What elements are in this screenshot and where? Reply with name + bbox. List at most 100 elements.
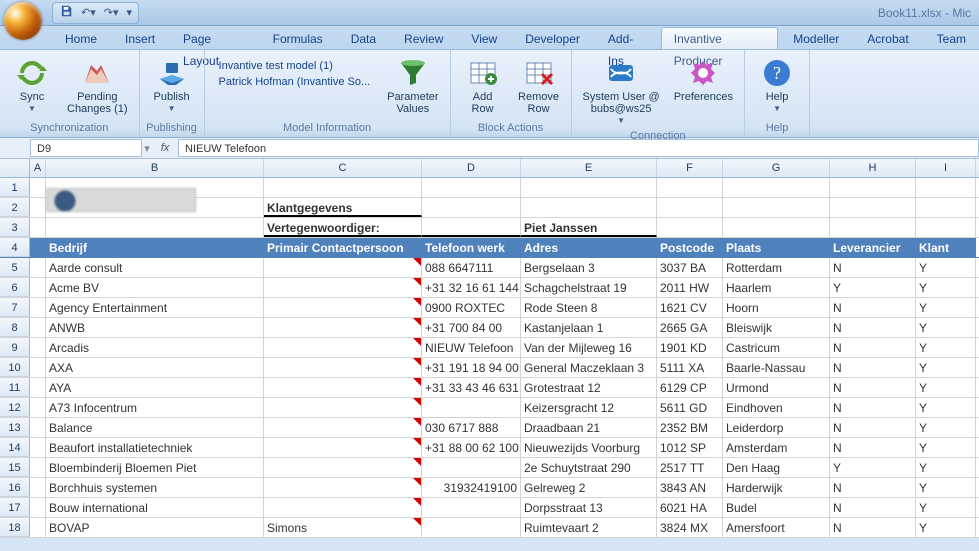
cell[interactable] xyxy=(723,178,830,197)
cell[interactable] xyxy=(264,258,422,277)
pending-changes-button[interactable]: Pending Changes (1) xyxy=(62,54,133,118)
cell[interactable]: N xyxy=(830,318,916,337)
cell[interactable]: Y xyxy=(916,378,976,397)
cell[interactable]: Gelreweg 2 xyxy=(521,478,657,497)
column-title[interactable]: Telefoon werk xyxy=(422,238,521,257)
row-header[interactable]: 4 xyxy=(0,238,30,257)
row-header[interactable]: 7 xyxy=(0,298,30,317)
cell[interactable]: Amersfoort xyxy=(723,518,830,537)
cell[interactable] xyxy=(830,178,916,197)
office-button[interactable] xyxy=(4,2,42,40)
cell[interactable]: +31 191 18 94 00 xyxy=(422,358,521,377)
ribbon-tab-page-layout[interactable]: Page Layout xyxy=(170,27,258,49)
row-header[interactable]: 1 xyxy=(0,178,30,197)
cell[interactable]: Harderwijk xyxy=(723,478,830,497)
row-header[interactable]: 9 xyxy=(0,338,30,357)
cell[interactable]: 31932419100 xyxy=(422,478,521,497)
cell[interactable]: 0900 ROXTEC xyxy=(422,298,521,317)
cell[interactable]: Vertegenwoordiger: xyxy=(264,218,422,237)
cell[interactable]: N xyxy=(830,418,916,437)
undo-icon[interactable]: ↶▾ xyxy=(81,6,96,19)
cell[interactable]: 2352 BM xyxy=(657,418,723,437)
cell[interactable]: Arcadis xyxy=(46,338,264,357)
cell[interactable]: A73 Infocentrum xyxy=(46,398,264,417)
cell[interactable]: N xyxy=(830,478,916,497)
column-title[interactable]: Plaats xyxy=(723,238,830,257)
cell[interactable]: Eindhoven xyxy=(723,398,830,417)
row-header[interactable]: 6 xyxy=(0,278,30,297)
column-title[interactable]: Primair Contactpersoon xyxy=(264,238,422,257)
ribbon-tab-add-ins[interactable]: Add-Ins xyxy=(595,27,659,49)
add-row-button[interactable]: Add Row xyxy=(457,54,509,118)
cell[interactable]: 030 6717 888 xyxy=(422,418,521,437)
cell[interactable] xyxy=(30,318,46,337)
cell[interactable]: Y xyxy=(916,398,976,417)
cell[interactable] xyxy=(30,238,46,257)
row-header[interactable]: 2 xyxy=(0,198,30,217)
cell[interactable]: 1901 KD xyxy=(657,338,723,357)
cell[interactable] xyxy=(521,198,657,217)
column-header[interactable]: F xyxy=(657,159,723,177)
cell[interactable] xyxy=(30,278,46,297)
cell[interactable]: N xyxy=(830,378,916,397)
cell[interactable] xyxy=(30,178,46,197)
cell[interactable] xyxy=(916,198,976,217)
cell[interactable] xyxy=(264,318,422,337)
cell[interactable] xyxy=(264,438,422,457)
cell[interactable]: Dorpsstraat 13 xyxy=(521,498,657,517)
formula-input[interactable]: NIEUW Telefoon xyxy=(178,139,979,157)
cell[interactable]: Amsterdam xyxy=(723,438,830,457)
cell[interactable] xyxy=(30,498,46,517)
cell[interactable] xyxy=(264,398,422,417)
cell[interactable] xyxy=(916,178,976,197)
cell[interactable]: BOVAP xyxy=(46,518,264,537)
row-header[interactable]: 11 xyxy=(0,378,30,397)
ribbon-tab-developer[interactable]: Developer xyxy=(512,27,593,49)
column-title[interactable]: Postcode xyxy=(657,238,723,257)
cell[interactable]: NIEUW Telefoon xyxy=(422,338,521,357)
column-header[interactable]: I xyxy=(916,159,976,177)
column-header[interactable]: B xyxy=(46,159,264,177)
cell[interactable] xyxy=(30,378,46,397)
cell[interactable] xyxy=(30,438,46,457)
cell[interactable]: Y xyxy=(916,518,976,537)
cell[interactable]: Kastanjelaan 1 xyxy=(521,318,657,337)
cell[interactable] xyxy=(830,198,916,217)
fx-icon[interactable]: fx xyxy=(152,142,178,154)
row-header[interactable]: 12 xyxy=(0,398,30,417)
cell[interactable]: Van der Mijleweg 16 xyxy=(521,338,657,357)
cell[interactable]: 2e Schuytstraat 290 xyxy=(521,458,657,477)
cell[interactable] xyxy=(723,198,830,217)
ribbon-tab-formulas[interactable]: Formulas xyxy=(260,27,336,49)
cell[interactable]: Y xyxy=(916,498,976,517)
column-header[interactable]: C xyxy=(264,159,422,177)
cell[interactable]: 1621 CV xyxy=(657,298,723,317)
cell[interactable]: Leiderdorp xyxy=(723,418,830,437)
row-header[interactable]: 16 xyxy=(0,478,30,497)
cell[interactable] xyxy=(264,478,422,497)
cell[interactable]: N xyxy=(830,338,916,357)
column-header[interactable]: D xyxy=(422,159,521,177)
row-header[interactable]: 15 xyxy=(0,458,30,477)
cell[interactable]: Y xyxy=(916,338,976,357)
row-header[interactable]: 18 xyxy=(0,518,30,537)
cell[interactable] xyxy=(30,398,46,417)
ribbon-tab-home[interactable]: Home xyxy=(52,27,110,49)
cell[interactable] xyxy=(422,458,521,477)
cell[interactable] xyxy=(830,218,916,237)
cell[interactable] xyxy=(30,458,46,477)
column-title[interactable]: Klant xyxy=(916,238,976,257)
cell[interactable]: Den Haag xyxy=(723,458,830,477)
ribbon-tab-view[interactable]: View xyxy=(458,27,510,49)
cell[interactable] xyxy=(422,218,521,237)
cell[interactable]: Klantgegevens xyxy=(264,198,422,217)
cell[interactable]: AYA xyxy=(46,378,264,397)
cell[interactable]: 2665 GA xyxy=(657,318,723,337)
name-box[interactable]: D9 xyxy=(30,139,142,157)
cell[interactable]: N xyxy=(830,258,916,277)
preferences-button[interactable]: Preferences xyxy=(669,54,738,106)
cell[interactable]: 3824 MX xyxy=(657,518,723,537)
parameter-values-button[interactable]: Parameter Values xyxy=(382,54,443,118)
cell[interactable]: General Maczeklaan 3 xyxy=(521,358,657,377)
cell[interactable]: Keizersgracht 12 xyxy=(521,398,657,417)
